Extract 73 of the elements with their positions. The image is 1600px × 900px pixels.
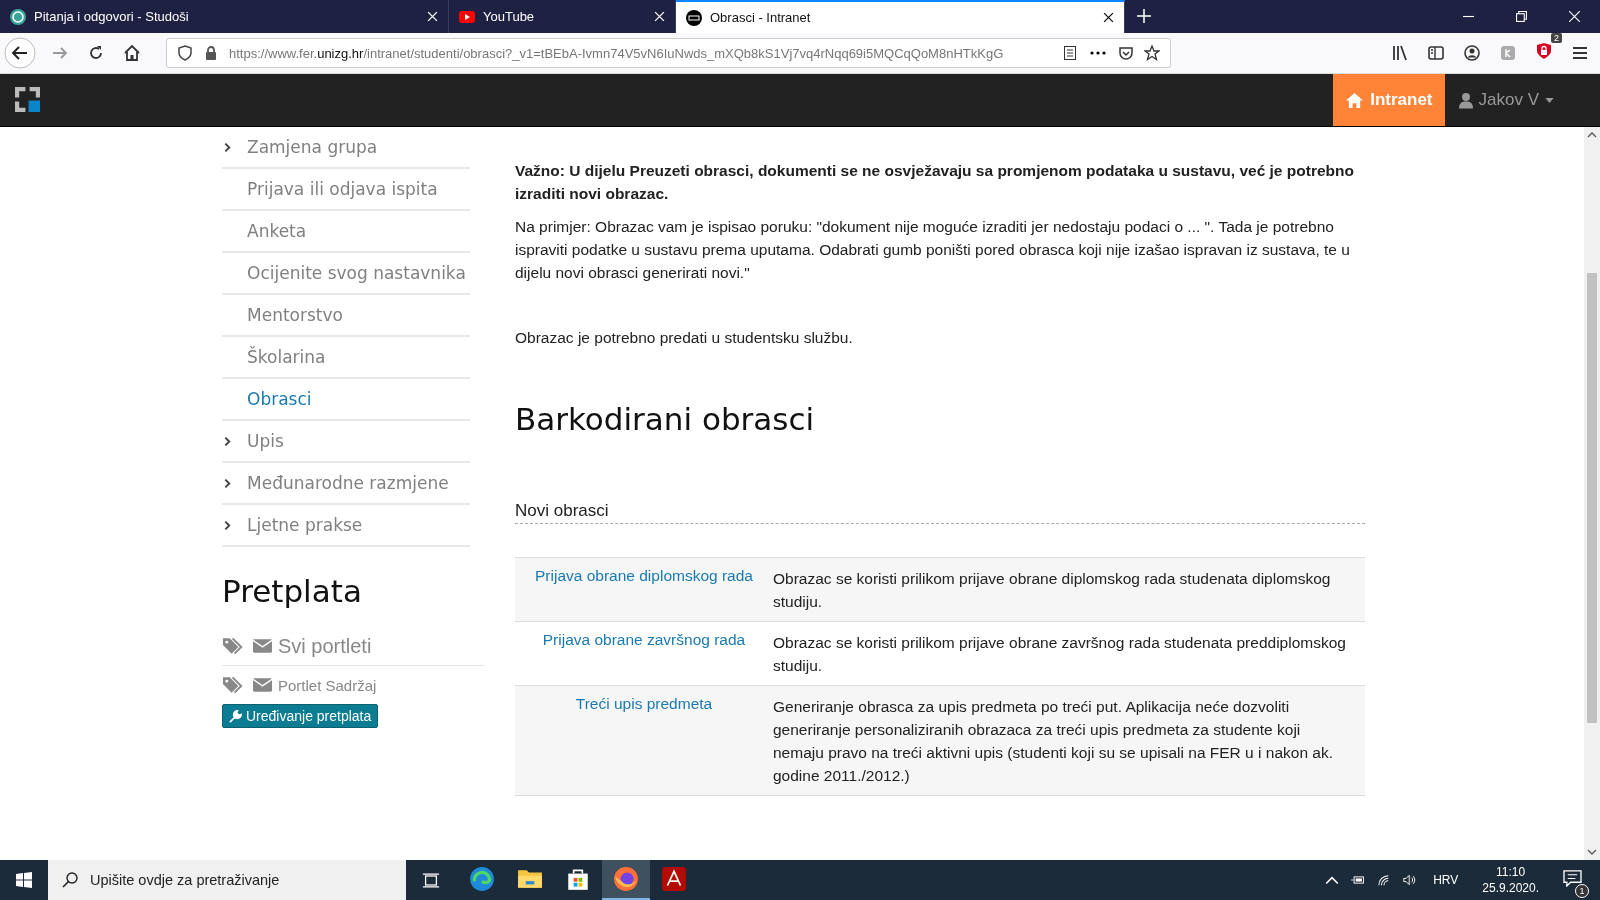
play-button-icon — [459, 8, 475, 25]
person-icon — [1458, 91, 1473, 109]
sidebar-link[interactable]: Upis — [222, 421, 470, 463]
form-link[interactable]: Treći upis predmeta — [575, 695, 713, 712]
chat-bubble-icon[interactable] — [1563, 869, 1582, 887]
intranet-button[interactable]: Intranet — [1333, 74, 1445, 126]
submit-note: Obrazac je potrebno predati u studentsku službu. — [515, 328, 854, 348]
library-icon[interactable] — [1390, 43, 1410, 63]
sidebar-link[interactable]: Obrasci — [222, 379, 470, 421]
sidebar-link[interactable]: Ljetne prakse — [222, 505, 470, 547]
edit-subscriptions-button[interactable]: Uređivanje pretplata — [222, 704, 379, 728]
task-view-icon[interactable] — [422, 872, 440, 888]
account-icon[interactable] — [1462, 43, 1482, 63]
sidebar-icon[interactable] — [1426, 43, 1446, 63]
chevron-right-icon[interactable] — [224, 477, 231, 489]
home-icon — [1345, 91, 1365, 109]
chevron-up-icon[interactable] — [1325, 874, 1340, 886]
search-icon — [62, 872, 78, 888]
chevron-right-icon[interactable] — [224, 519, 231, 531]
clock[interactable]: 11:10 25.9.2020. — [1482, 864, 1539, 896]
table-cell-text: Obrazac se koristi prilikom prijave obrane diplomskog rada studenata diplomskog studiju. — [773, 569, 1332, 612]
sidebar-link[interactable]: Prijava ili odjava ispita — [222, 169, 470, 211]
padlock-icon — [203, 45, 219, 61]
envelope-icon[interactable] — [253, 678, 272, 692]
windows-logo-icon[interactable] — [16, 872, 32, 888]
swirl-icon — [469, 866, 495, 892]
url-text: https://www.fer.unizg.hr/intranet/studenti/obrasci?_v1=tBEbA-Ivmn74V5vN6IuNwds_mXQb8kS1Vj7vq4rNqq69i5MQCqQoM8nHTkKgG — [229, 45, 1005, 61]
notice-text: Važno: U dijelu Preuzeti obrasci, dokumenti se ne osvježavaju sa promjenom podataka u sustavu, već je potrebno izraditi novi obrazac. — [515, 161, 1355, 204]
address-bar[interactable]: https://www.fer.unizg.hr/intranet/studenti/obrasci?_v1=tBEbA-Ivmn74V5vN6IuNwds_mXQb8kS1Vj7vq4rNqq69i5MQCqQoM8nHTkKgG — [166, 38, 1171, 68]
plus-icon[interactable] — [1137, 9, 1151, 23]
table-cell-text: Obrazac se koristi prilikom prijave obrane završnog rada studenata preddiplomskog studiju. — [773, 633, 1347, 676]
square-logo-icon[interactable] — [15, 87, 40, 112]
user-menu[interactable]: Jakov V — [1444, 74, 1568, 126]
battery-icon[interactable] — [1351, 874, 1366, 886]
reader-view-icon[interactable] — [1062, 45, 1078, 61]
wrench-icon — [229, 709, 242, 723]
subscription-link[interactable]: Portlet Sadržaj — [278, 676, 377, 694]
notification-count: 1 — [1575, 883, 1589, 898]
sidebar-link[interactable]: Zamjena grupa — [222, 127, 470, 169]
browser-tab[interactable]: Obrasci - Intranet — [676, 0, 1125, 33]
speaker-icon[interactable] — [1403, 874, 1418, 886]
page-heading: Barkodirani obrasci — [515, 401, 816, 437]
notification-count: 2 — [1551, 33, 1562, 43]
sidebar-link[interactable]: Međunarodne razmjene — [222, 463, 470, 505]
home-icon[interactable] — [122, 43, 142, 63]
subsection-heading: Novi obrasci — [515, 501, 1365, 524]
section-heading: Pretplata — [222, 573, 363, 609]
sidebar-link[interactable]: Školarina — [222, 337, 470, 379]
scrollbar[interactable] — [1584, 127, 1600, 860]
restore-icon[interactable] — [1516, 11, 1527, 22]
chevron-right-icon[interactable] — [224, 141, 231, 153]
taskbar-search-field[interactable]: Upišite ovdje za pretraživanje — [48, 860, 406, 900]
round-logo-icon — [686, 9, 702, 26]
form-link[interactable]: Prijava obrane diplomskog rada — [535, 567, 753, 584]
example-text: Na primjer: Obrazac vam je ispisao poruku: "dokument nije moguće izraditi jer nedostaju podaci o ... ". Tada je potrebno ispraviti podatke u sustavu prema uputama. Odabrati gumb poništi pored obrasca koji nije izašao ispravan iz sustava, te u dijelu novi obrasci generirati novi." — [515, 217, 1351, 283]
form-link[interactable]: Prijava obrane završnog rada — [542, 631, 746, 648]
language-indicator[interactable]: HRV — [1433, 873, 1459, 887]
sidebar-link[interactable]: Anketa — [222, 211, 470, 253]
fox-globe-icon — [613, 866, 639, 892]
chevron-right-icon[interactable] — [224, 435, 231, 447]
sidebar-link[interactable]: Mentorstvo — [222, 295, 470, 337]
shield-icon — [177, 45, 193, 61]
sidebar-link[interactable]: Ocijenite svog nastavnika — [222, 253, 470, 295]
close-icon[interactable] — [1103, 12, 1114, 23]
subscription-link[interactable]: Svi portleti — [278, 634, 372, 658]
pocket-icon[interactable] — [1118, 45, 1134, 61]
table-cell-text: Generiranje obrasca za upis predmeta po treći put. Aplikacija neće dozvoliti generiranje personaliziranih obrazaca za treći upis predmeta za studente koji nemaju pravo na treći aktivni upis (studenti koji su se upisali na FER u i nakon ak. godine 2011./2012.) — [773, 697, 1334, 786]
document-app-icon — [661, 866, 687, 892]
envelope-icon[interactable] — [253, 639, 272, 653]
letter-s-circle-icon — [10, 8, 26, 25]
shield-lock-icon[interactable] — [1534, 41, 1554, 61]
caret-icon — [1545, 97, 1554, 103]
star-icon[interactable] — [1144, 45, 1160, 61]
